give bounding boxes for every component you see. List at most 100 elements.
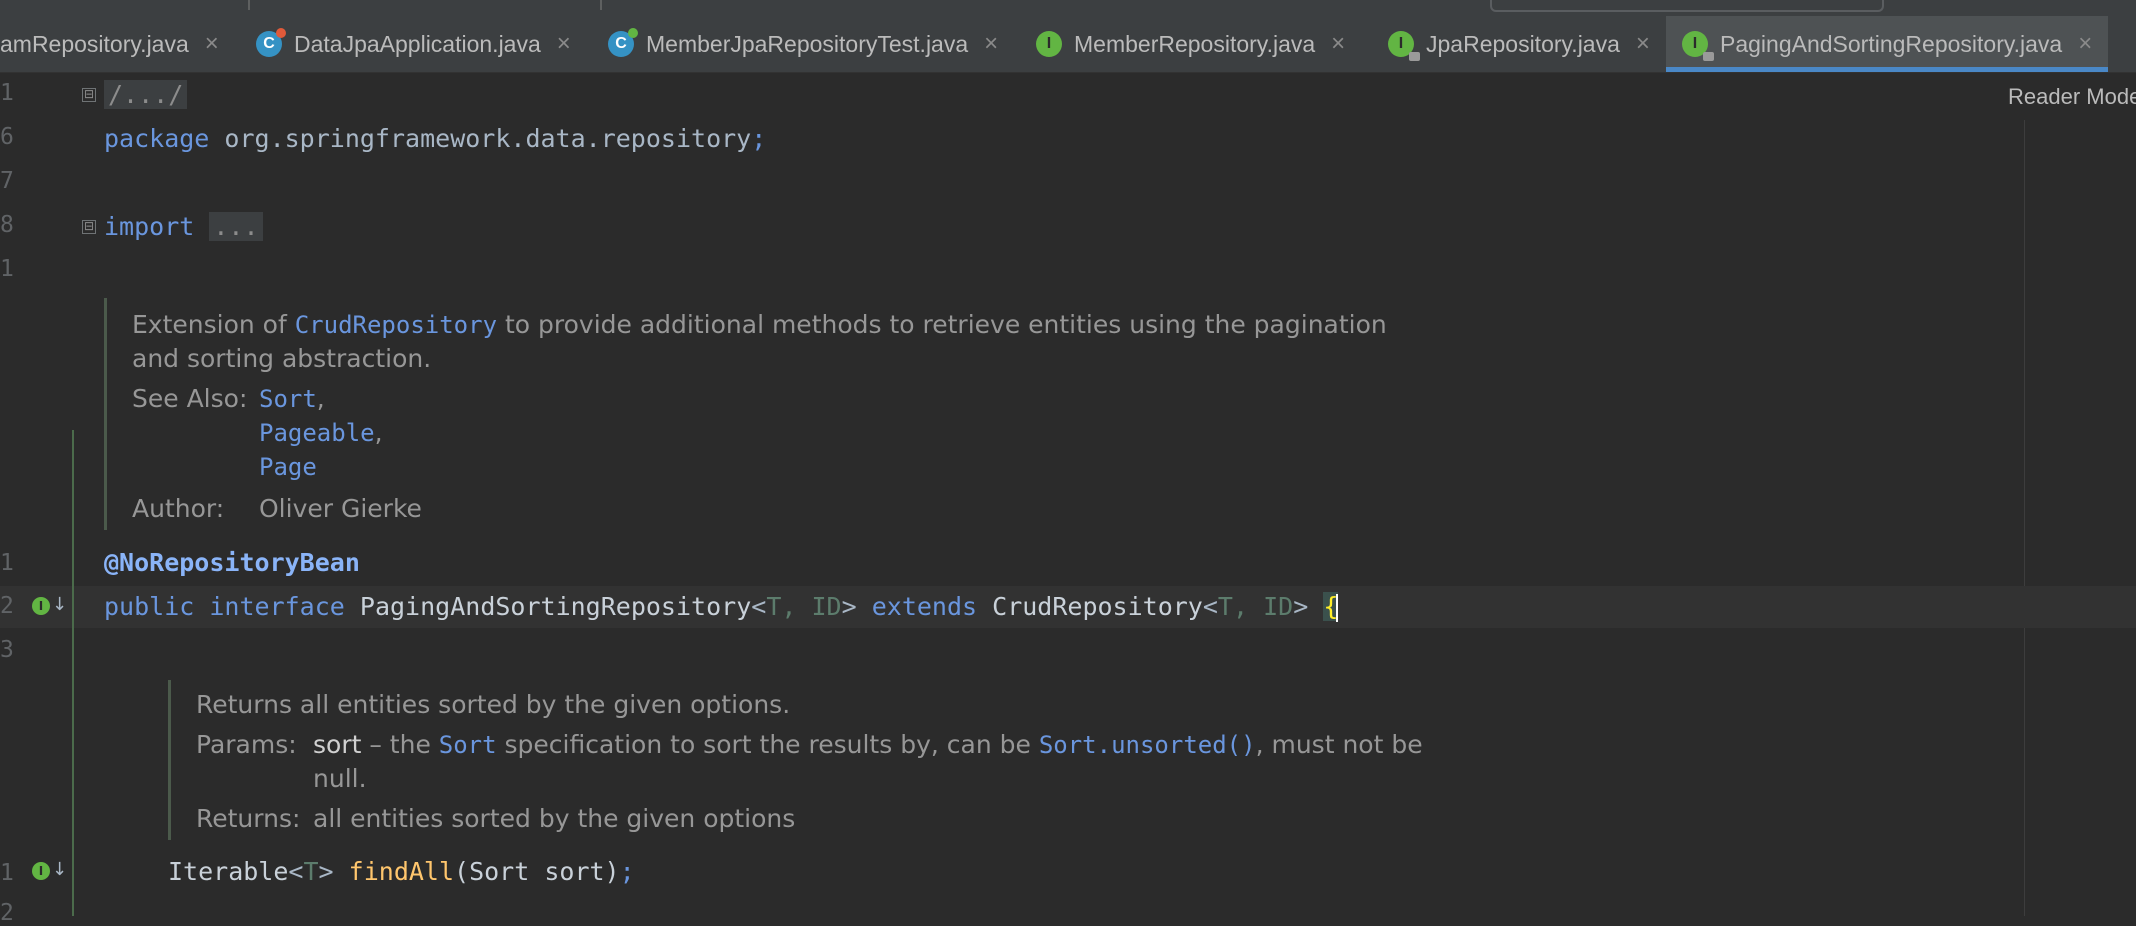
implemented-by-icon[interactable]: I [32, 862, 50, 880]
angle-bracket: < [288, 857, 304, 886]
close-icon[interactable]: × [1331, 30, 1345, 58]
interface-locked-icon: I [1388, 31, 1420, 61]
angle-bracket: > [1293, 592, 1309, 621]
code-line-find-all[interactable]: Iterable<T> findAll(Sort sort); [168, 857, 635, 886]
doc-link-sort-unsorted[interactable]: Sort.unsorted() [1039, 731, 1256, 759]
angle-bracket: > [318, 857, 334, 886]
keyword-public: public [104, 592, 195, 621]
parent-interface-name: CrudRepository [992, 592, 1203, 621]
method-name: findAll [348, 857, 455, 886]
keyword-import: import [104, 212, 195, 241]
close-icon[interactable]: × [2078, 30, 2092, 58]
keyword-extends: extends [871, 592, 978, 621]
line-number: 6 [0, 124, 14, 150]
tab-member-repository[interactable]: I MemberRepository.java × [1036, 16, 1345, 72]
line-number: 2 [0, 900, 14, 926]
javadoc-find-all: Returns all entities sorted by the given… [168, 680, 1471, 840]
line-number: 1 [0, 80, 14, 106]
right-margin-guide [2024, 120, 2025, 916]
doc-text: – the [361, 730, 439, 759]
package-name: org.springframework.data.repository [224, 124, 752, 153]
comma: , [781, 592, 812, 621]
close-icon[interactable]: × [557, 30, 571, 58]
line-number: 1 [0, 256, 14, 282]
line-number: 2 [0, 593, 14, 619]
arrow-down-icon: ↓ [52, 859, 68, 880]
reader-mode-toggle[interactable]: Reader Mode [2008, 84, 2136, 110]
toolbar-separator [600, 0, 602, 10]
code-line-import[interactable]: import ... [104, 212, 263, 241]
semicolon: ; [619, 857, 635, 886]
tab-am-repository[interactable]: amRepository.java × [0, 16, 219, 72]
doc-line: Extension of CrudRepository to provide a… [132, 310, 1387, 339]
tab-label: DataJpaApplication.java [294, 31, 541, 57]
fold-icon[interactable]: ⊟ [82, 88, 96, 102]
fold-icon[interactable]: ⊟ [82, 220, 96, 234]
angle-bracket: < [751, 592, 767, 621]
code-line-header-fold[interactable]: /.../ [104, 80, 188, 109]
code-line-annotation[interactable]: @NoRepositoryBean [104, 548, 360, 577]
params-label: Params: [196, 730, 297, 759]
tab-member-jpa-repository-test[interactable]: C MemberJpaRepositoryTest.java × [608, 16, 998, 72]
text-caret [1336, 594, 1339, 622]
keyword-interface: interface [209, 592, 345, 621]
angle-bracket: < [1202, 592, 1218, 621]
return-type: Iterable [168, 857, 289, 886]
type-param: T [766, 592, 782, 621]
tab-data-jpa-application[interactable]: C DataJpaApplication.java × [256, 16, 571, 72]
doc-link-sort[interactable]: Sort [439, 731, 497, 759]
separator: , [374, 418, 383, 447]
returns-description: all entities sorted by the given options [313, 804, 796, 833]
see-also-item: Pageable, [259, 418, 383, 447]
tab-label: MemberRepository.java [1074, 31, 1316, 57]
doc-line: null. [313, 764, 367, 793]
doc-text: specification to sort the results by, ca… [496, 730, 1039, 759]
author-name: Oliver Gierke [259, 494, 422, 523]
method-params: (Sort sort) [454, 857, 620, 886]
close-icon[interactable]: × [984, 30, 998, 58]
line-number: 8 [0, 212, 14, 238]
code-line-package[interactable]: package org.springframework.data.reposit… [104, 124, 766, 153]
toolbar-separator [248, 0, 250, 10]
doc-text: Extension of [132, 310, 295, 339]
folded-imports[interactable]: ... [209, 212, 263, 241]
interface-locked-icon: I [1682, 31, 1714, 61]
keyword-package: package [104, 124, 210, 153]
tab-jpa-repository[interactable]: I JpaRepository.java × [1388, 16, 1650, 72]
doc-link-sort[interactable]: Sort [259, 385, 317, 413]
line-number: 3 [0, 637, 14, 663]
arrow-down-icon: ↓ [52, 594, 68, 615]
doc-text: to provide additional methods to retriev… [497, 310, 1387, 339]
type-param: T [303, 857, 319, 886]
doc-line: Returns all entities sorted by the given… [196, 690, 791, 719]
tab-paging-and-sorting-repository[interactable]: I PagingAndSortingRepository.java × [1666, 16, 2109, 72]
see-also-item: Sort, [259, 384, 325, 413]
tab-label: PagingAndSortingRepository.java [1720, 31, 2063, 57]
type-param: ID [1263, 592, 1294, 621]
comma: , [1232, 592, 1264, 621]
javadoc-interface: Extension of CrudRepository to provide a… [104, 298, 1507, 530]
line-number: 1 [0, 550, 14, 576]
implemented-by-icon[interactable]: I [32, 597, 50, 615]
returns-label: Returns: [196, 804, 301, 833]
doc-link-pageable[interactable]: Pageable [259, 419, 375, 447]
main-toolbar [0, 0, 2136, 16]
tab-label: MemberJpaRepositoryTest.java [646, 31, 969, 57]
interface-icon: I [1036, 31, 1062, 57]
semicolon: ; [751, 124, 767, 153]
tab-label: amRepository.java [0, 31, 189, 57]
folded-header[interactable]: /.../ [104, 80, 188, 109]
change-marker-bar [72, 430, 74, 916]
search-everywhere-box[interactable] [1490, 0, 1884, 12]
line-number: 1 [0, 860, 14, 886]
close-icon[interactable]: × [205, 30, 219, 58]
type-param: ID [811, 592, 842, 621]
tab-label: JpaRepository.java [1426, 31, 1620, 57]
param-description: sort – the Sort specification to sort th… [313, 730, 1423, 759]
doc-link-crud-repository[interactable]: CrudRepository [295, 311, 497, 339]
doc-link-page[interactable]: Page [259, 453, 317, 481]
editor-tab-bar: amRepository.java × C DataJpaApplication… [0, 16, 2136, 73]
close-icon[interactable]: × [1636, 30, 1650, 58]
code-line-interface-declaration[interactable]: public interface PagingAndSortingReposit… [104, 592, 1339, 622]
line-number: 7 [0, 168, 14, 194]
